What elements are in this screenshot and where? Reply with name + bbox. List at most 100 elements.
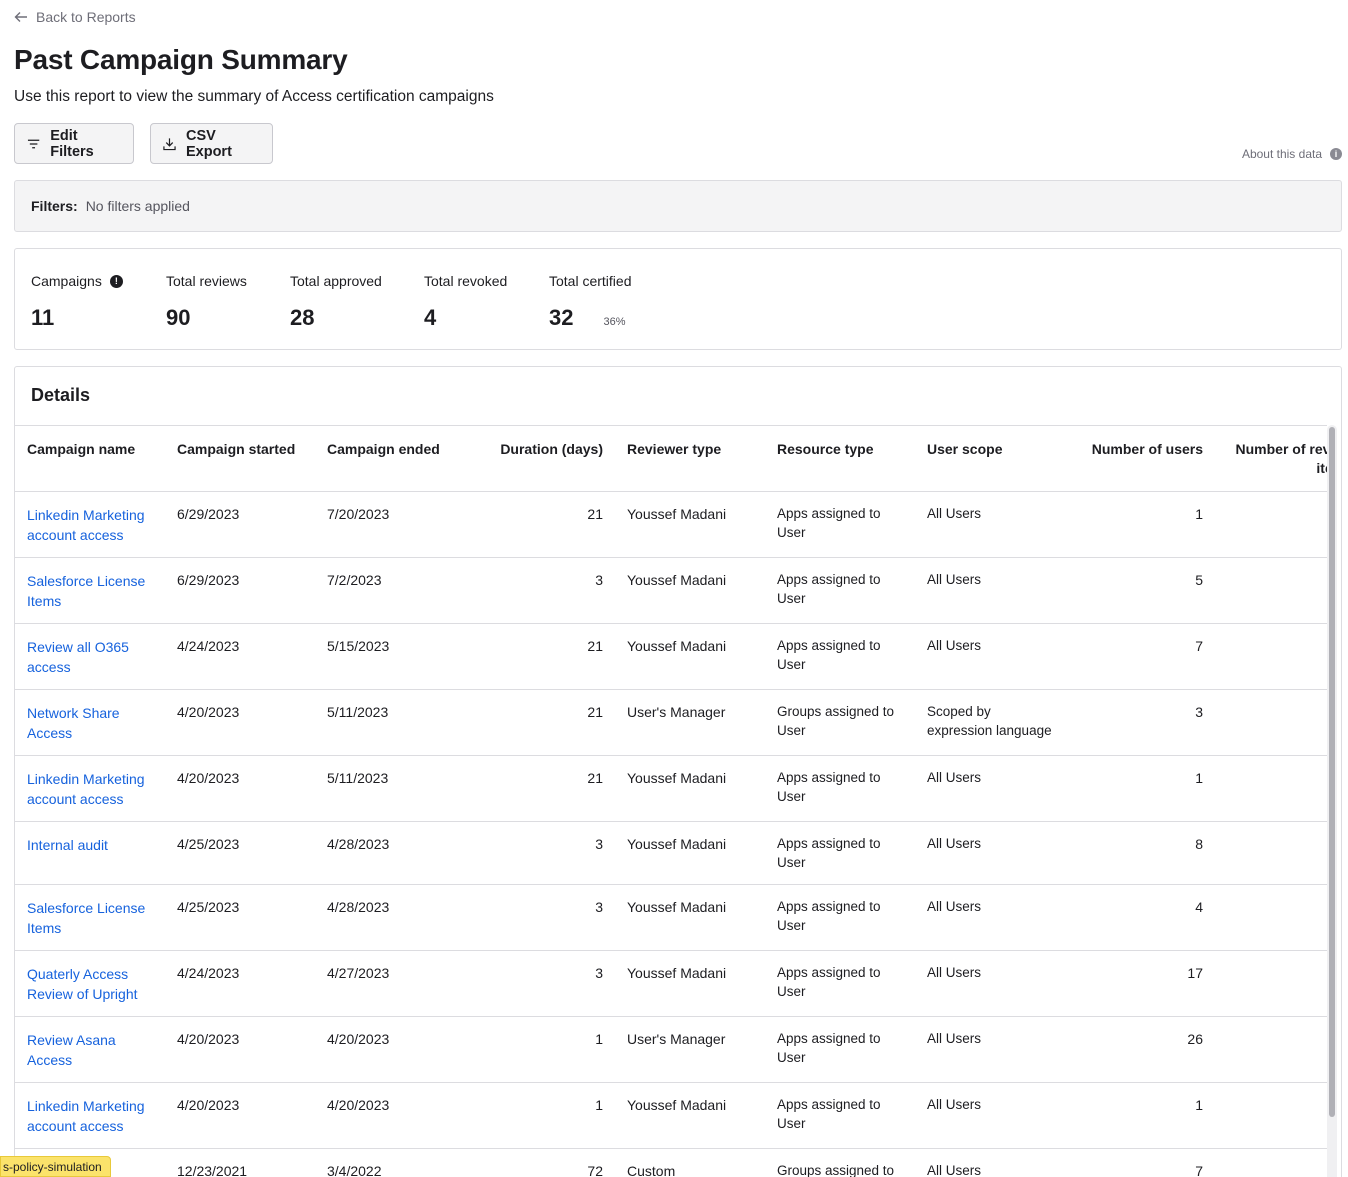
csv-export-button[interactable]: CSV Export	[150, 123, 273, 164]
table-cell: 4/25/2023	[165, 884, 315, 951]
table-cell: 4/20/2023	[165, 1016, 315, 1083]
column-header[interactable]: Duration (days)	[465, 425, 615, 492]
campaign-name-text[interactable]: Quaterly Access Review of Upright	[27, 966, 138, 1002]
table-cell: 7	[1065, 623, 1215, 690]
table-row: Linkedin Marketing account access 4/20/20…	[15, 755, 1327, 822]
table-cell: 6/29/2023	[165, 491, 315, 558]
filter-icon	[27, 139, 40, 148]
about-this-data-link[interactable]: About this data i	[1242, 147, 1342, 161]
table-cell: Custom	[615, 1148, 765, 1177]
campaign-name-text[interactable]: Review Asana Access	[27, 1032, 116, 1068]
table-cell: User's Manager	[615, 1016, 765, 1083]
table-cell: 4/20/2023	[315, 1082, 465, 1149]
table-cell: Scoped by expression language	[915, 689, 1065, 756]
stat-total-certified-percent: 36%	[603, 316, 626, 328]
table-cell: Youssef Madani	[615, 950, 765, 1017]
table-cell: Apps assigned to User	[765, 755, 915, 822]
table-cell	[1215, 1082, 1327, 1149]
campaign-name-link[interactable]: Salesforce License Items	[15, 557, 165, 624]
table-cell: Apps assigned to User	[765, 950, 915, 1017]
table-row: 12/23/2021 3/4/2022 72 Custom Groups assigne…	[15, 1148, 1327, 1177]
campaign-name-text[interactable]: Linkedin Marketing account access	[27, 771, 145, 807]
stat-total-reviews: Total reviews 90	[166, 273, 247, 331]
table-row: Internal audit 4/25/2023 4/28/2023 3 Youssef…	[15, 821, 1327, 885]
vertical-scrollbar[interactable]	[1327, 425, 1337, 1177]
download-icon	[163, 137, 176, 150]
stat-campaigns-label: Campaigns	[31, 273, 102, 289]
table-cell: 4/27/2023	[315, 950, 465, 1017]
table-cell	[1215, 557, 1327, 624]
campaign-name-link[interactable]: Network Share Access	[15, 689, 165, 756]
column-header[interactable]: Number of users	[1065, 425, 1215, 492]
campaign-name-link[interactable]: Linkedin Marketing account access	[15, 491, 165, 558]
back-to-reports-link[interactable]: Back to Reports	[14, 9, 136, 25]
campaign-name-text[interactable]: Review all O365 access	[27, 639, 129, 675]
campaign-name-link[interactable]: Linkedin Marketing account access	[15, 1082, 165, 1149]
details-table: Campaign name Campaign started Campaign …	[15, 425, 1327, 1177]
scrollbar-thumb[interactable]	[1329, 427, 1335, 1117]
arrow-left-icon	[14, 12, 27, 22]
table-cell: 6/29/2023	[165, 557, 315, 624]
details-panel: Details Campaign name Campaign started C…	[14, 366, 1342, 1177]
about-label: About this data	[1241, 147, 1322, 161]
table-cell: 4/20/2023	[315, 1016, 465, 1083]
table-cell: 5/15/2023	[315, 623, 465, 690]
table-row: Salesforce License Items 6/29/2023 7/2/202…	[15, 557, 1327, 624]
table-cell: All Users	[915, 491, 1065, 558]
table-cell: Apps assigned to User	[765, 557, 915, 624]
table-cell: 3	[1065, 689, 1215, 756]
table-cell: Youssef Madani	[615, 821, 765, 885]
stat-total-certified: Total certified 32 36%	[549, 273, 631, 331]
table-cell	[1215, 689, 1327, 756]
table-cell: 21	[465, 689, 615, 756]
campaign-name-text[interactable]: Salesforce License Items	[27, 900, 145, 936]
column-header[interactable]: Campaign name	[15, 425, 165, 492]
table-cell: 4/20/2023	[165, 689, 315, 756]
edit-filters-label: Edit Filters	[50, 127, 94, 160]
table-cell: Apps assigned to User	[765, 623, 915, 690]
column-header[interactable]: Reviewer type	[615, 425, 765, 492]
table-cell: 7	[1065, 1148, 1215, 1177]
table-cell: All Users	[915, 1016, 1065, 1083]
campaign-name-text[interactable]: Network Share Access	[27, 705, 120, 741]
alert-icon[interactable]: !	[109, 274, 123, 288]
table-cell: 4/20/2023	[165, 755, 315, 822]
column-header[interactable]: Campaign started	[165, 425, 315, 492]
campaign-name-text[interactable]: Linkedin Marketing account access	[27, 507, 145, 543]
table-cell: All Users	[915, 821, 1065, 885]
table-cell: 21	[465, 755, 615, 822]
stat-total-revoked-label: Total revoked	[424, 273, 508, 289]
table-cell: 1	[1065, 491, 1215, 558]
campaign-name-text[interactable]: Linkedin Marketing account access	[27, 1098, 145, 1134]
table-cell	[1215, 623, 1327, 690]
table-cell	[1215, 1016, 1327, 1083]
table-cell: 12/23/2021	[165, 1148, 315, 1177]
table-cell: Youssef Madani	[615, 884, 765, 951]
table-cell: Groups assigned to User	[765, 689, 915, 756]
stat-total-approved-label: Total approved	[290, 273, 382, 289]
campaign-name-link[interactable]: Salesforce License Items	[15, 884, 165, 951]
table-cell	[1215, 491, 1327, 558]
column-header[interactable]: Resource type	[765, 425, 915, 492]
table-cell: Apps assigned to User	[765, 491, 915, 558]
column-header[interactable]: Campaign ended	[315, 425, 465, 492]
campaign-name-link[interactable]: Internal audit	[15, 821, 165, 885]
table-cell	[1215, 884, 1327, 951]
table-cell	[1215, 755, 1327, 822]
column-header[interactable]: Number of review items	[1215, 425, 1327, 492]
table-cell: All Users	[915, 884, 1065, 951]
stat-campaigns: Campaigns! 11	[31, 273, 123, 331]
table-cell: 1	[465, 1082, 615, 1149]
campaign-name-link[interactable]: Review Asana Access	[15, 1016, 165, 1083]
edit-filters-button[interactable]: Edit Filters	[14, 123, 134, 164]
column-header[interactable]: User scope	[915, 425, 1065, 492]
campaign-name-text[interactable]: Internal audit	[27, 837, 108, 853]
table-cell: 4/24/2023	[165, 623, 315, 690]
campaign-name-link[interactable]: Linkedin Marketing account access	[15, 755, 165, 822]
campaign-name-text[interactable]: Salesforce License Items	[27, 573, 145, 609]
campaign-name-link[interactable]: Quaterly Access Review of Upright	[15, 950, 165, 1017]
table-cell: Apps assigned to User	[765, 821, 915, 885]
campaign-name-link[interactable]: Review all O365 access	[15, 623, 165, 690]
table-cell: 7/20/2023	[315, 491, 465, 558]
table-row: Linkedin Marketing account access 6/29/20…	[15, 491, 1327, 558]
